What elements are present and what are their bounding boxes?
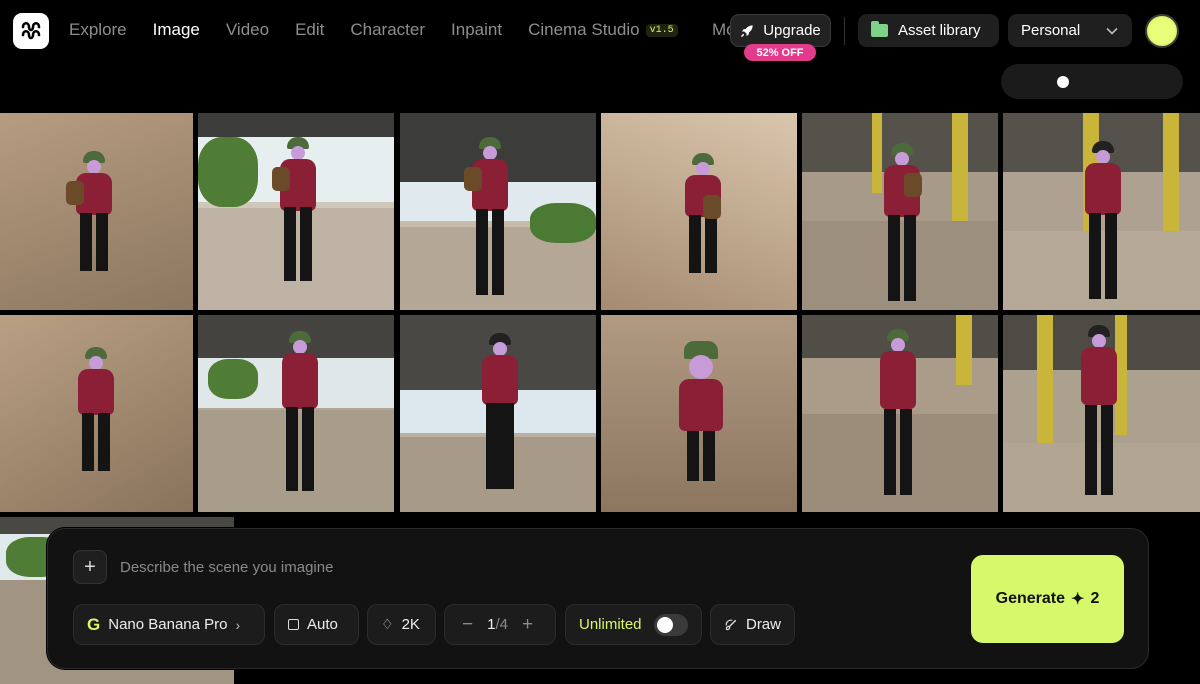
resolution-label: 2K	[401, 616, 420, 633]
gallery-image[interactable]	[0, 113, 193, 310]
batch-count-stepper: − 1/4 +	[444, 604, 556, 645]
resolution-selector[interactable]: ♢ 2K	[367, 604, 436, 645]
skater-figure	[872, 143, 932, 310]
skater-figure	[270, 331, 330, 506]
nav-cinema-studio-label: Cinema Studio	[528, 20, 640, 39]
unlimited-toggle-chip[interactable]: Unlimited	[565, 604, 702, 645]
draw-label: Draw	[745, 616, 781, 633]
nav-edit[interactable]: Edit	[295, 20, 324, 40]
nav-explore[interactable]: Explore	[69, 20, 127, 40]
nav-image[interactable]: Image	[153, 20, 200, 40]
decrement-button[interactable]: −	[458, 614, 477, 636]
brush-icon	[725, 619, 737, 630]
batch-count-total: /4	[495, 616, 508, 633]
nav-cinema-studio[interactable]: Cinema Studio v1.5	[528, 20, 678, 40]
gallery-image[interactable]	[802, 315, 998, 512]
increment-button[interactable]: +	[518, 614, 537, 636]
nav-character[interactable]: Character	[350, 20, 425, 40]
skater-figure	[64, 151, 124, 281]
prompt-input[interactable]	[120, 555, 940, 579]
user-avatar[interactable]	[1145, 14, 1179, 48]
rocket-icon	[741, 25, 753, 37]
batch-count-value: 1/4	[487, 616, 508, 633]
draw-button[interactable]: Draw	[710, 604, 795, 645]
nav-video[interactable]: Video	[226, 20, 269, 40]
app-logo[interactable]	[13, 13, 49, 49]
main-nav: Explore Image Video Edit Character Inpai…	[69, 20, 704, 40]
skater-figure	[268, 137, 328, 297]
skater-figure	[470, 333, 530, 503]
gallery-image[interactable]	[400, 113, 596, 310]
google-icon: G	[87, 614, 101, 634]
asset-library-label: Asset library	[898, 22, 981, 39]
upgrade-label: Upgrade	[763, 22, 821, 39]
gallery-image[interactable]	[198, 113, 394, 310]
zoom-slider-handle[interactable]	[1056, 76, 1069, 88]
model-selector[interactable]: G Nano Banana Pro ›	[73, 604, 265, 645]
chevron-down-icon	[1106, 27, 1118, 35]
plus-icon: +	[84, 555, 96, 578]
folder-icon	[871, 21, 888, 37]
gallery-image[interactable]	[1003, 315, 1200, 512]
unlimited-toggle[interactable]	[653, 613, 688, 636]
upgrade-button[interactable]: Upgrade	[730, 14, 831, 47]
gallery-image[interactable]	[1003, 113, 1200, 310]
aspect-ratio-selector[interactable]: Auto	[274, 604, 359, 645]
gallery-image[interactable]	[802, 113, 998, 310]
zoom-slider[interactable]	[1001, 64, 1183, 99]
aspect-ratio-icon	[288, 619, 299, 630]
generate-cost: 2	[1090, 590, 1100, 607]
version-badge: v1.5	[645, 24, 678, 37]
sparkle-icon: ✦	[1071, 591, 1085, 608]
workspace-label: Personal	[1021, 22, 1081, 39]
gallery-image[interactable]	[198, 315, 394, 512]
gallery-image[interactable]	[601, 113, 797, 310]
skater-figure	[1069, 325, 1129, 505]
unlimited-label: Unlimited	[579, 616, 642, 633]
nav-inpaint[interactable]: Inpaint	[451, 20, 502, 40]
skater-figure	[673, 153, 733, 283]
skater-figure	[460, 137, 520, 307]
aspect-ratio-label: Auto	[307, 616, 338, 633]
add-reference-button[interactable]: +	[73, 550, 107, 584]
skater-figure	[66, 347, 126, 487]
logo-icon	[21, 21, 41, 40]
workspace-dropdown[interactable]: Personal	[1008, 14, 1132, 47]
discount-badge: 52% OFF	[744, 44, 816, 61]
skater-figure	[671, 341, 731, 491]
skater-figure	[868, 329, 928, 509]
chevron-right-icon: ›	[235, 616, 241, 633]
gallery-image[interactable]	[601, 315, 797, 512]
asset-library-button[interactable]: Asset library	[858, 14, 999, 47]
divider	[844, 17, 845, 45]
gallery-image[interactable]	[400, 315, 596, 512]
generate-label: Generate	[995, 590, 1066, 607]
skater-figure	[1073, 141, 1133, 310]
diamond-icon: ♢	[381, 616, 394, 632]
model-label: Nano Banana Pro	[108, 616, 228, 633]
generate-button[interactable]: Generate ✦ 2	[971, 555, 1124, 643]
gallery-image[interactable]	[0, 315, 193, 512]
top-navigation-bar: Explore Image Video Edit Character Inpai…	[0, 0, 1200, 62]
